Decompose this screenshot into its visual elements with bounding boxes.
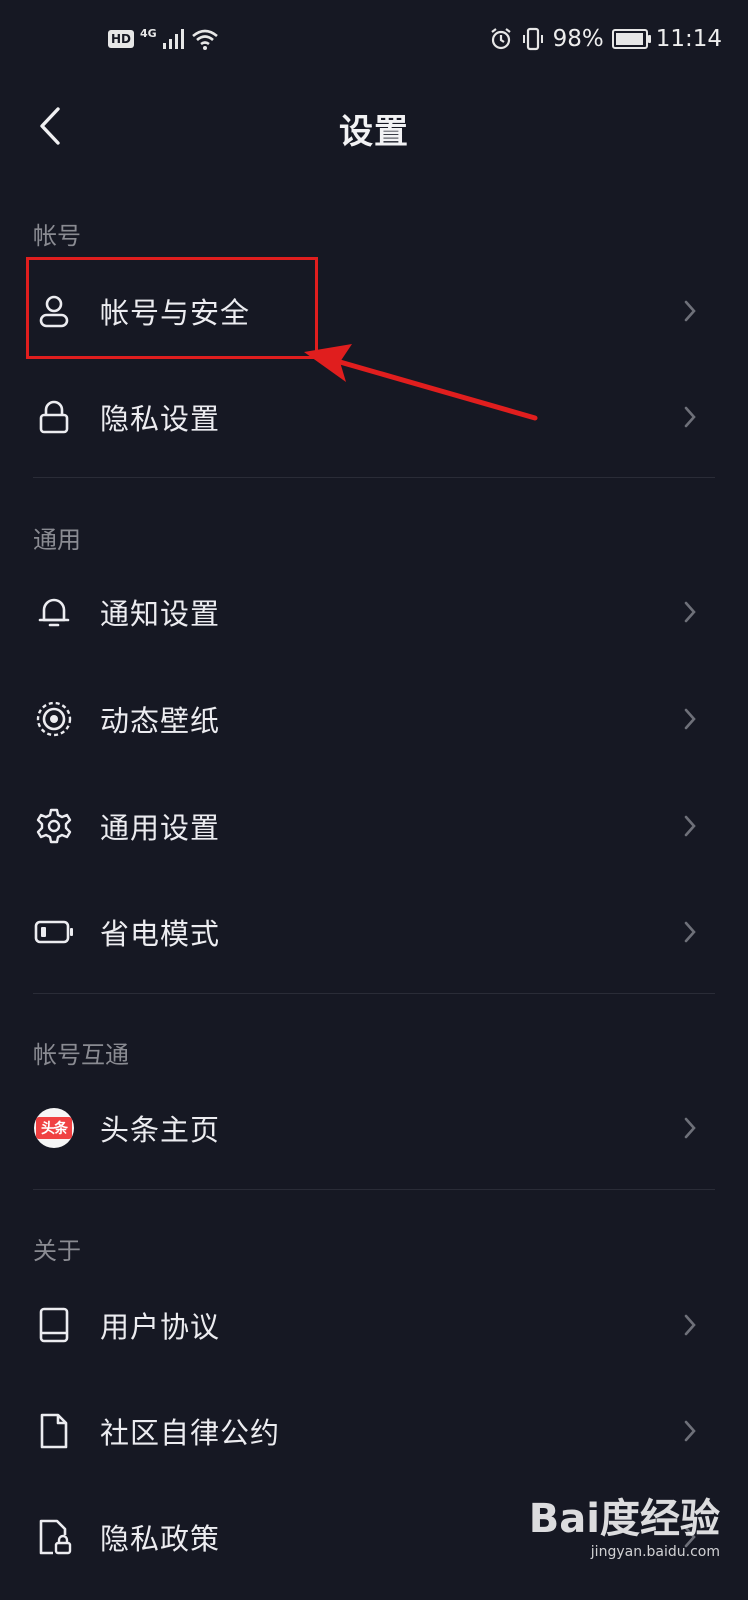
row-label: 头条主页 bbox=[100, 1113, 221, 1147]
chevron-right-icon bbox=[680, 1416, 700, 1446]
row-user-agreement[interactable]: 用户协议 bbox=[0, 1272, 748, 1378]
hd-badge: HD bbox=[108, 30, 135, 48]
privacy-policy-icon bbox=[34, 1517, 74, 1557]
row-live-wallpaper[interactable]: 动态壁纸 bbox=[0, 666, 748, 772]
row-label: 社区自律公约 bbox=[100, 1416, 281, 1450]
watermark-logo: Bai度经验 bbox=[528, 1496, 720, 1542]
row-label: 隐私设置 bbox=[100, 402, 221, 436]
network-type: 4G bbox=[140, 26, 157, 40]
row-label: 用户协议 bbox=[100, 1310, 221, 1344]
alarm-icon bbox=[490, 28, 511, 50]
watermark-url: jingyan.baidu.com bbox=[590, 1544, 720, 1560]
row-power-saving[interactable]: 省电模式 bbox=[0, 879, 748, 985]
vibrate-icon bbox=[522, 27, 543, 51]
book-icon bbox=[34, 1305, 74, 1345]
row-notification-settings[interactable]: 通知设置 bbox=[0, 559, 748, 665]
row-label: 隐私政策 bbox=[100, 1522, 221, 1556]
status-right: 98% 11:14 bbox=[489, 26, 722, 52]
toutiao-logo-text: 头条 bbox=[36, 1117, 72, 1139]
row-community-convention[interactable]: 社区自律公约 bbox=[0, 1378, 748, 1484]
chevron-right-icon bbox=[680, 704, 700, 734]
row-general-settings[interactable]: 通用设置 bbox=[0, 773, 748, 879]
status-bar: HD 4G 98% 11:14 bbox=[0, 0, 748, 86]
row-label: 省电模式 bbox=[100, 917, 221, 951]
toutiao-logo: 头条 bbox=[34, 1108, 74, 1148]
header: 设置 bbox=[0, 86, 748, 166]
section-title-account: 帐号 bbox=[33, 222, 81, 250]
chevron-right-icon bbox=[680, 402, 700, 432]
chevron-right-icon bbox=[680, 296, 700, 326]
signal-icon bbox=[162, 29, 184, 49]
chevron-right-icon bbox=[680, 811, 700, 841]
chevron-right-icon bbox=[680, 1113, 700, 1143]
row-label: 通知设置 bbox=[100, 597, 221, 631]
row-toutiao-homepage[interactable]: 头条 头条主页 bbox=[0, 1075, 748, 1181]
bell-icon bbox=[34, 592, 74, 632]
divider bbox=[33, 477, 715, 478]
status-left: HD 4G bbox=[108, 26, 219, 50]
wifi-icon bbox=[191, 29, 218, 50]
battery-icon bbox=[611, 29, 651, 49]
row-label: 动态壁纸 bbox=[100, 704, 221, 738]
chevron-right-icon bbox=[680, 1310, 700, 1340]
row-label: 通用设置 bbox=[100, 811, 221, 845]
toutiao-logo-icon: 头条 bbox=[34, 1108, 74, 1148]
row-privacy-settings[interactable]: 隐私设置 bbox=[0, 364, 748, 470]
divider bbox=[33, 1189, 715, 1190]
live-wallpaper-icon bbox=[34, 699, 74, 739]
battery-level bbox=[615, 33, 644, 45]
page-title: 设置 bbox=[339, 112, 409, 152]
battery-saver-icon bbox=[34, 912, 74, 952]
gear-icon bbox=[34, 806, 74, 846]
clock: 11:14 bbox=[655, 26, 722, 52]
baidu-jingyan-watermark: Bai度经验 jingyan.baidu.com bbox=[529, 1486, 720, 1560]
section-title-about: 关于 bbox=[33, 1237, 81, 1265]
document-icon bbox=[34, 1411, 74, 1451]
lock-icon bbox=[34, 397, 74, 437]
divider bbox=[33, 993, 715, 994]
battery-percent: 98% bbox=[552, 26, 604, 52]
chevron-right-icon bbox=[680, 597, 700, 627]
section-title-account-linking: 帐号互通 bbox=[33, 1041, 129, 1069]
annotation-highlight-box bbox=[26, 257, 318, 359]
section-title-general: 通用 bbox=[33, 526, 81, 554]
chevron-right-icon bbox=[680, 917, 700, 947]
